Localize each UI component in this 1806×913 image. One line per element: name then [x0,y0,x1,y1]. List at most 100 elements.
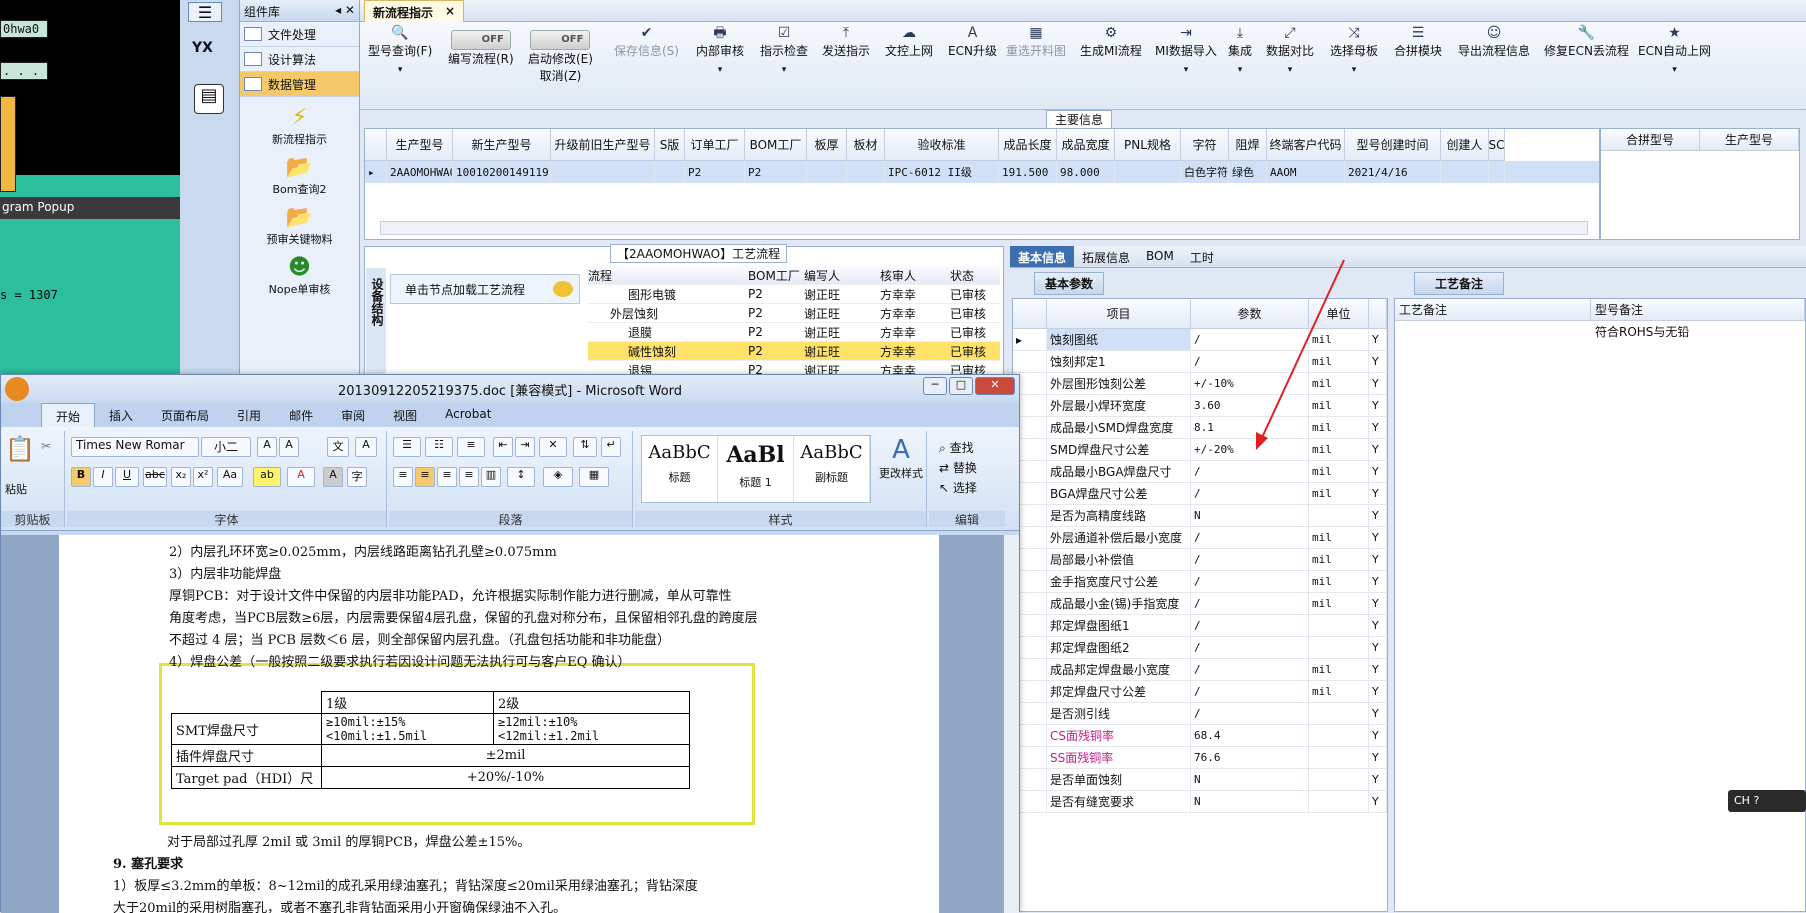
integrate-button[interactable]: ⤓ 集成 ▾ [1228,24,1252,75]
column-header[interactable]: 型号创建时间 [1345,129,1441,161]
export-flow-button[interactable]: ☺ 导出流程信息 [1458,24,1530,59]
paste-label[interactable]: 粘贴 [5,481,27,497]
column-header[interactable]: 升级前旧生产型号 [551,129,655,161]
table-cell[interactable] [1441,161,1489,183]
table-cell[interactable] [1489,161,1505,183]
fix-ecn-button[interactable]: 🔧 修复ECN丢流程 [1544,24,1629,59]
params-row[interactable]: 成品邦定焊盘最小宽度 / mil Y [1013,659,1387,681]
enclose-char-icon[interactable]: 字 [347,467,367,487]
params-row[interactable]: 邦定焊盘图纸2 / Y [1013,637,1387,659]
align-center-icon[interactable]: ≡ [415,467,435,487]
grow-font-icon[interactable]: A [257,437,277,457]
param-value[interactable]: 68.4 [1191,725,1309,746]
generate-mi-button[interactable]: ⚙ 生成MI流程 [1080,24,1142,59]
column-header[interactable]: PNL规格 [1115,129,1181,161]
borders-icon[interactable]: ▦ [579,467,609,487]
increase-indent-icon[interactable]: ⇥ [515,437,535,457]
ribbon-tab[interactable]: 邮件 [275,403,327,427]
params-row[interactable]: 是否为高精度线路 N Y [1013,505,1387,527]
param-value[interactable]: N [1191,505,1309,526]
dock-pin-icon[interactable]: ◂ ✕ [335,3,355,18]
param-value[interactable]: / [1191,549,1309,570]
ribbon-tab[interactable]: 引用 [223,403,275,427]
model-query-button[interactable]: 🔍 型号查询(F) ▾ [368,24,432,75]
language-bar[interactable]: CH ? [1728,790,1806,812]
table-cell[interactable] [655,161,685,183]
row-selector[interactable]: ▸ [1013,329,1047,350]
table-cell[interactable]: 10010200149119 [453,161,551,183]
align-left-icon[interactable]: ≡ [393,467,413,487]
horizontal-scrollbar[interactable] [380,221,1588,235]
table-cell[interactable]: 98.000 [1057,161,1115,183]
column-header[interactable]: 板材 [847,129,885,161]
table-cell[interactable] [847,161,885,183]
table-cell[interactable] [807,161,847,183]
params-row[interactable]: BGA焊盘尺寸公差 / mil Y [1013,483,1387,505]
phonetic-icon[interactable]: 文 [327,437,349,457]
param-value[interactable]: N [1191,769,1309,790]
data-compare-button[interactable]: ⤢ 数据对比 ▾ [1266,24,1314,75]
chinese-layout-icon[interactable]: ✕ [539,437,567,457]
column-header[interactable]: 生产型号 [387,129,453,161]
toggle-switch[interactable]: OFF [530,30,591,50]
tree-row[interactable]: 图形电镀 P2 谢正旺 方幸幸 已审核 [588,285,1000,304]
param-value[interactable]: / [1191,615,1309,636]
save-info-button[interactable]: ✔ 保存信息(S) [614,24,679,59]
column-header[interactable]: 新生产型号 [453,129,551,161]
mi-import-button[interactable]: ⇥ MI数据导入 ▾ [1155,24,1217,75]
param-value[interactable]: / [1191,659,1309,680]
font-size-select[interactable]: 小二 [201,437,251,457]
help-icon[interactable]: ? [1753,794,1759,807]
row-selector[interactable] [1013,351,1047,372]
office-button-icon[interactable] [5,377,29,401]
change-case-icon[interactable]: Aa [217,467,243,487]
params-row[interactable]: 成品最小金(锡)手指宽度 / mil Y [1013,593,1387,615]
decrease-indent-icon[interactable]: ⇤ [493,437,513,457]
table-cell[interactable] [551,161,655,183]
param-value[interactable]: / [1191,527,1309,548]
tab-basic-info[interactable]: 基本信息 [1010,246,1075,267]
params-row[interactable]: 金手指宽度尺寸公差 / mil Y [1013,571,1387,593]
params-row[interactable]: 是否单面蚀刻 N Y [1013,769,1387,791]
font-name-select[interactable]: Times New Romar [71,437,199,457]
sort-icon[interactable]: ⇅ [573,437,597,457]
table-cell[interactable]: 白色字符 [1181,161,1229,183]
minimize-icon[interactable]: ─ [923,377,947,395]
ribbon-tab[interactable]: 视图 [379,403,431,427]
maximize-icon[interactable]: □ [949,377,973,395]
column-header[interactable]: 创建人 [1441,129,1489,161]
select-mother-button[interactable]: ⤨ 选择母板 ▾ [1330,24,1378,75]
params-row[interactable]: 外层通道补偿后最小宽度 / mil Y [1013,527,1387,549]
tab-extended-info[interactable]: 拓展信息 [1074,246,1138,267]
table-cell[interactable] [1115,161,1181,183]
superscript-icon[interactable]: x² [193,467,213,487]
load-flow-hint[interactable]: 单击节点加载工艺流程 [390,274,580,304]
find-button[interactable]: ⌕ 查找 [939,439,974,456]
param-value[interactable]: / [1191,461,1309,482]
show-marks-icon[interactable]: ↵ [601,437,621,457]
table-cell[interactable]: 191.500 [999,161,1057,183]
style-gallery-item[interactable]: AaBl 标题 1 [718,436,794,502]
select-button[interactable]: ↖ 选择 [939,479,977,496]
params-row[interactable]: 邦定焊盘尺寸公差 / mil Y [1013,681,1387,703]
param-value[interactable]: / [1191,637,1309,658]
lib-item-file[interactable]: 文件处理 [240,22,359,47]
param-value[interactable]: / [1191,681,1309,702]
tool-new-flow[interactable]: ⚡ 新流程指示 [240,105,359,147]
param-value[interactable]: / [1191,593,1309,614]
params-row[interactable]: 是否有缝宽要求 N Y [1013,791,1387,813]
bold-icon[interactable]: B [71,467,91,487]
params-row[interactable]: SS面残铜率 76.6 Y [1013,747,1387,769]
params-row[interactable]: 邦定焊盘图纸1 / Y [1013,615,1387,637]
model-note-text[interactable]: 符合ROHS与无铅 [1591,323,1689,340]
style-gallery-item[interactable]: AaBbC 标题 [642,436,718,502]
char-shading-icon[interactable]: A [323,467,343,487]
column-header[interactable]: 阻焊 [1229,129,1267,161]
tab-new-flow[interactable]: 新流程指示 × [364,0,465,22]
param-value[interactable]: 76.6 [1191,747,1309,768]
justify-icon[interactable]: ≡ [459,467,479,487]
table-cell[interactable]: 绿色 [1229,161,1267,183]
tree-row[interactable]: 退膜 P2 谢正旺 方幸幸 已审核 [588,323,1000,342]
table-cell[interactable]: IPC-6012 II级 [885,161,999,183]
internal-review-button[interactable]: 🖶 内部审核 ▾ [696,24,744,75]
